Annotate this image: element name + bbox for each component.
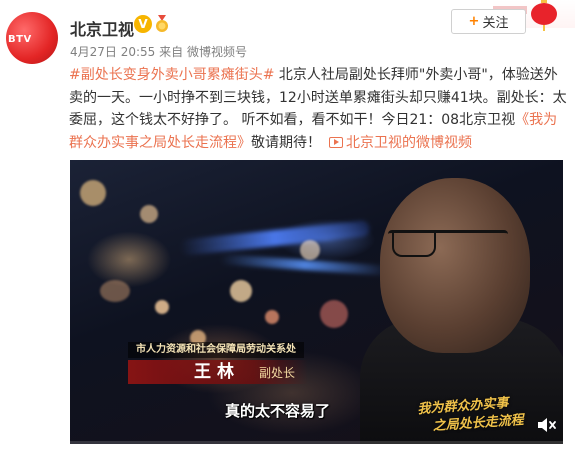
follow-label: 关注 [482,16,509,31]
medal-icon [156,15,168,32]
video-link-label: 北京卫视的微博视频 [346,134,472,151]
avatar[interactable]: BTV [6,12,58,64]
verified-v-icon: V [134,15,152,33]
caption-title: 副处长 [259,366,296,380]
post-meta: 4月27日 20:55 来自 微博视频号 [70,43,247,60]
bokeh-light [230,280,252,302]
bokeh-light [140,205,158,223]
btv-logo: BTV [8,34,32,45]
post-date[interactable]: 4月27日 20:55 [70,45,155,59]
video-player[interactable]: 市人力资源和社会保障局劳动关系处 王林 副处长 真的太不容易了 我为群众办实事 … [70,160,563,444]
bokeh-light [80,180,106,206]
post-text: #副处长变身外卖小哥累瘫街头# 北京人社局副处长拜师"外卖小哥"，体验送外卖的一… [69,64,569,154]
caption-organization: 市人力资源和社会保障局劳动关系处 [128,342,304,358]
speaker-mute-icon[interactable] [537,417,557,433]
video-icon [329,136,343,148]
bokeh-light [155,300,169,314]
lantern-icon [531,0,557,31]
bokeh-light [265,310,279,324]
hashtag-link[interactable]: #副处长变身外卖小哥累瘫街头# [69,67,274,83]
video-link[interactable]: 北京卫视的微博视频 [321,135,472,151]
source-prefix: 来自 [159,45,184,59]
username[interactable]: 北京卫视 [70,16,134,40]
video-progress-bar[interactable] [70,441,563,444]
glasses-icon [388,230,508,259]
follow-button[interactable]: + 关注 [451,9,526,34]
video-subtitle: 真的太不容易了 [225,402,331,420]
head [380,178,530,353]
post-source[interactable]: 微博视频号 [187,45,247,59]
bokeh-light [300,240,320,260]
bokeh-light [320,300,348,328]
caption-name: 王林 [194,362,240,382]
post-text-part2: 敬请期待！ [251,134,321,151]
program-logo: 我为群众办实事 之局处长走流程 [417,390,539,438]
weibo-post-card: BTV 北京卫视 V 4月27日 20:55 来自 微博视频号 + 关注 #副处… [0,0,575,458]
plus-icon: + [468,14,480,29]
bokeh-light [100,280,130,302]
name-caption: 市人力资源和社会保障局劳动关系处 王林 副处长 [128,342,370,394]
